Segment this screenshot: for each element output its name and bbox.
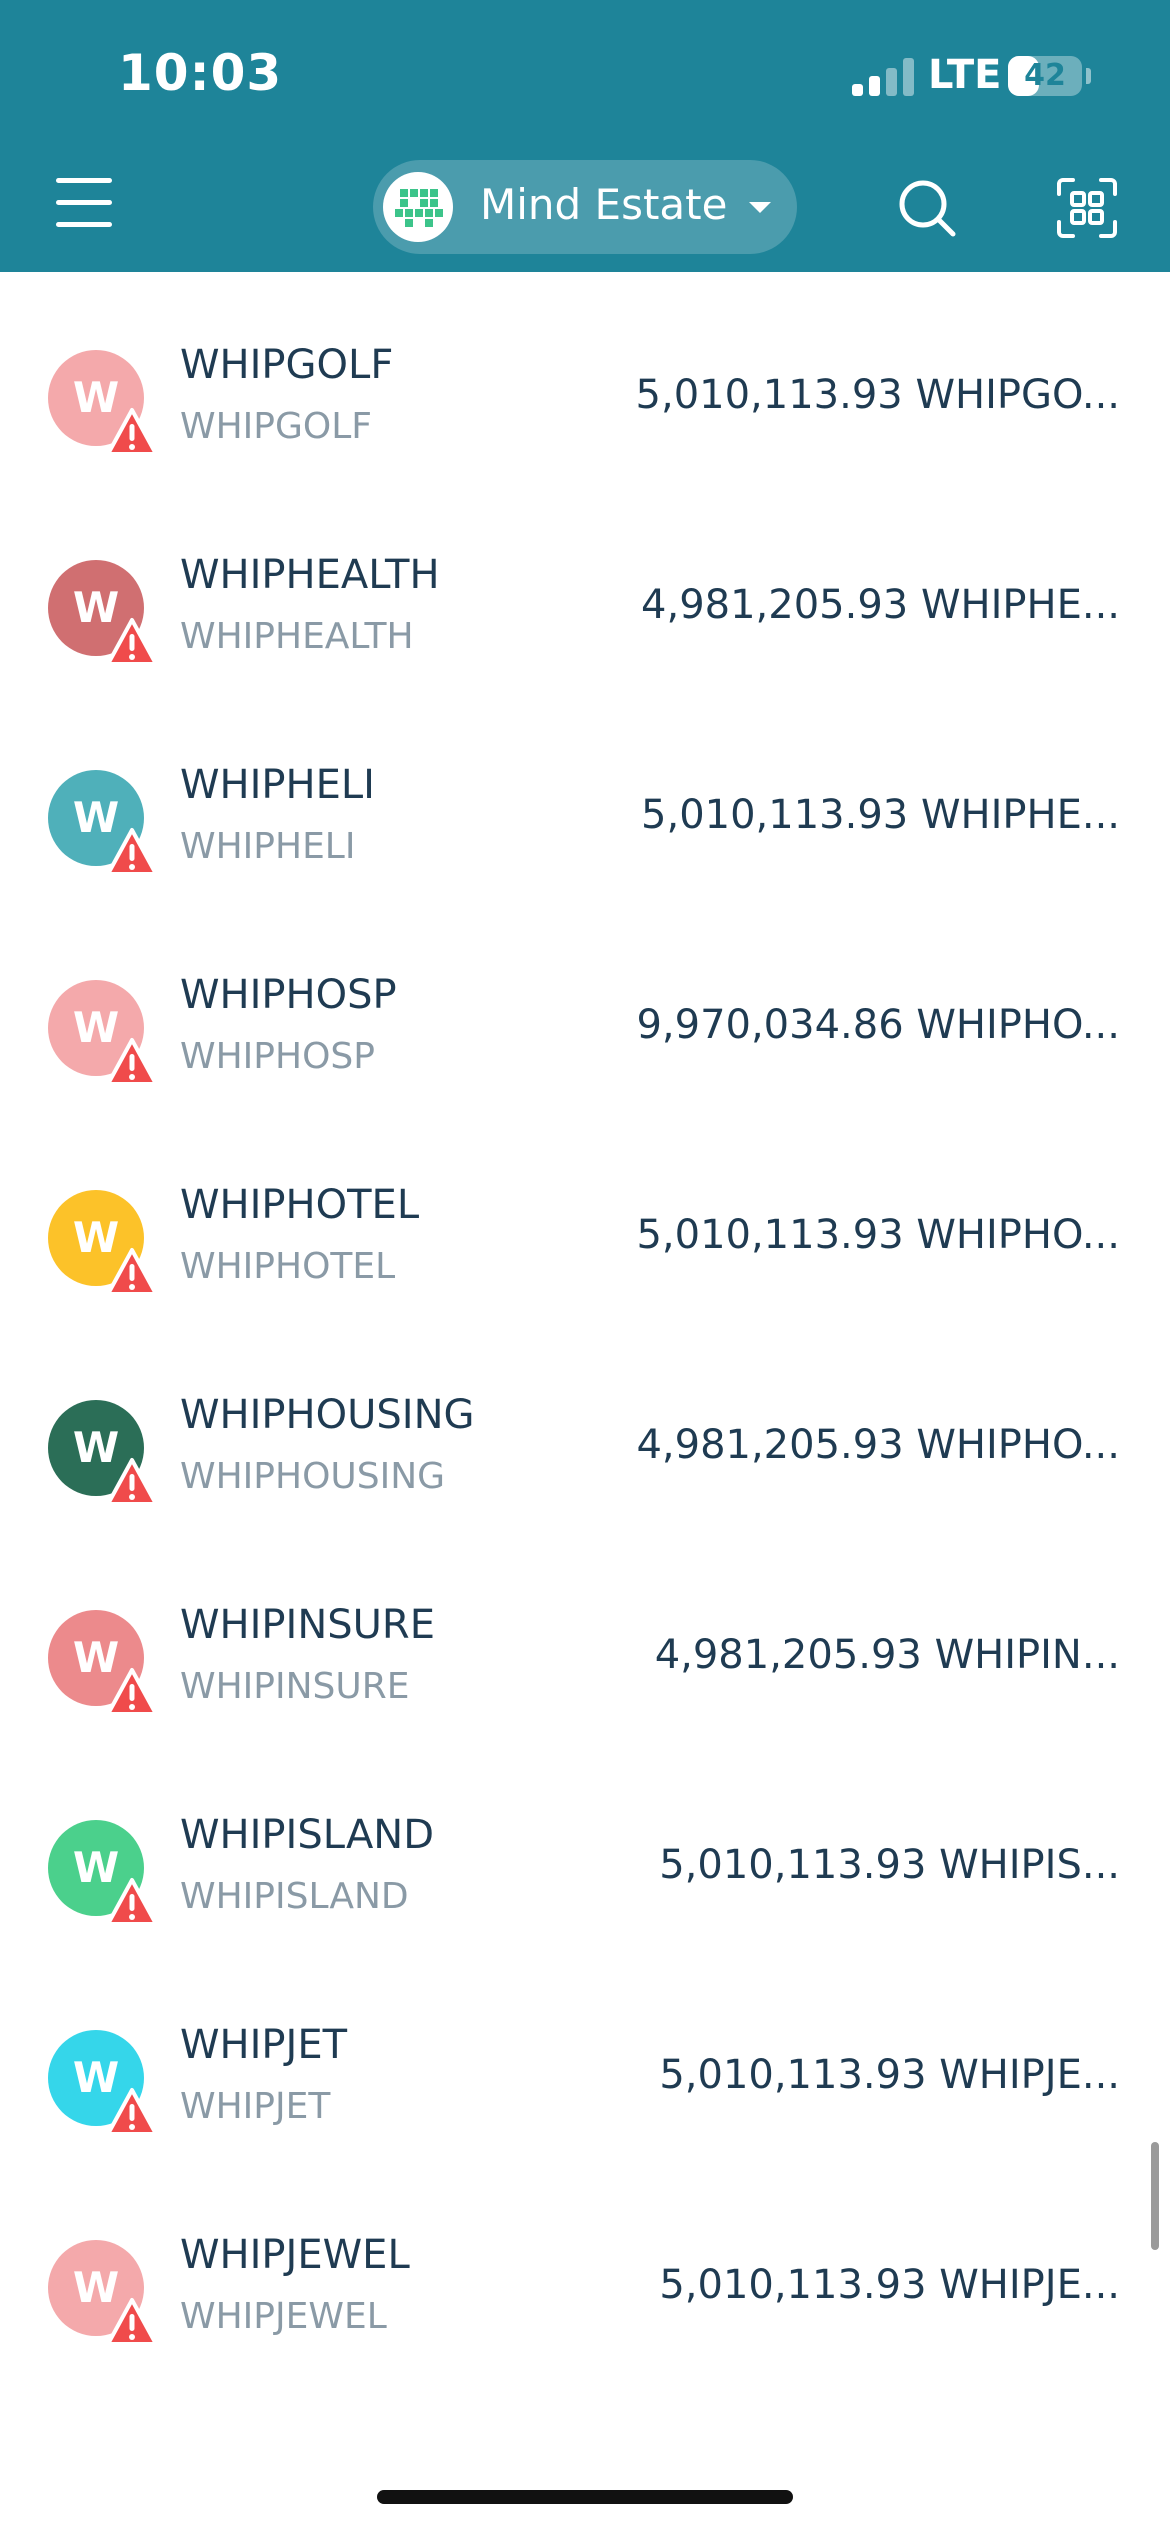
warning-triangle-icon <box>106 618 158 666</box>
asset-balance: 9,970,034.86 WHIPHO... <box>636 1002 1120 1048</box>
asset-balance: 5,010,113.93 WHIPJE... <box>659 2262 1120 2308</box>
qr-scan-icon[interactable] <box>1055 176 1119 240</box>
warning-triangle-icon <box>106 828 158 876</box>
space-name: Mind Estate <box>480 180 728 229</box>
asset-code: WHIPJET <box>180 2086 331 2127</box>
warning-triangle-icon <box>106 1458 158 1506</box>
asset-balance: 4,981,205.93 WHIPHO... <box>636 1422 1120 1468</box>
battery-icon: 42 <box>1008 56 1082 96</box>
asset-row[interactable]: W WHIPHOSP WHIPHOSP 9,970,034.86 WHIPHO... <box>0 902 1170 1112</box>
asset-name: WHIPINSURE <box>180 1602 435 1648</box>
asset-balance: 5,010,113.93 WHIPHO... <box>636 1212 1120 1258</box>
asset-name: WHIPHEALTH <box>180 552 440 598</box>
asset-row[interactable]: W WHIPHOTEL WHIPHOTEL 5,010,113.93 WHIPHO..… <box>0 1112 1170 1322</box>
asset-code: WHIPHOSP <box>180 1036 375 1077</box>
network-type: LTE <box>928 52 1002 98</box>
asset-row[interactable]: W WHIPHOUSING WHIPHOUSING 4,981,205.93 WHIP… <box>0 1322 1170 1532</box>
warning-triangle-icon <box>106 2088 158 2136</box>
asset-name: WHIPHELI <box>180 762 375 808</box>
asset-name: WHIPHOUSING <box>180 1392 475 1438</box>
asset-code: WHIPHEALTH <box>180 616 414 657</box>
warning-triangle-icon <box>106 1248 158 1296</box>
cellular-signal-icon <box>852 58 914 96</box>
asset-row[interactable]: W WHIPJET WHIPJET 5,010,113.93 WHIPJE... <box>0 1952 1170 2162</box>
asset-name: WHIPHOTEL <box>180 1182 420 1228</box>
battery-percent: 42 <box>1024 58 1066 93</box>
scrollbar[interactable] <box>1151 2142 1159 2250</box>
warning-triangle-icon <box>106 408 158 456</box>
asset-balance: 4,981,205.93 WHIPHE... <box>641 582 1120 628</box>
asset-code: WHIPHOUSING <box>180 1456 446 1497</box>
asset-code: WHIPJEWEL <box>180 2296 387 2337</box>
search-icon[interactable] <box>895 176 959 240</box>
asset-row[interactable]: W WHIPINSURE WHIPINSURE 4,981,205.93 WHIPIN… <box>0 1532 1170 1742</box>
asset-code: WHIPINSURE <box>180 1666 410 1707</box>
asset-name: WHIPGOLF <box>180 342 394 388</box>
asset-name: WHIPISLAND <box>180 1812 435 1858</box>
home-indicator[interactable] <box>377 2490 793 2504</box>
asset-row[interactable]: W WHIPJEWEL WHIPJEWEL 5,010,113.93 WHIPJE..… <box>0 2162 1170 2372</box>
battery-cap <box>1086 68 1091 84</box>
asset-name: WHIPJEWEL <box>180 2232 410 2278</box>
asset-balance: 4,981,205.93 WHIPIN... <box>654 1632 1120 1678</box>
asset-balance: 5,010,113.93 WHIPGO... <box>635 372 1120 418</box>
space-switcher[interactable]: Mind Estate <box>373 160 797 254</box>
hamburger-menu-icon[interactable] <box>56 178 112 228</box>
asset-row[interactable]: W WHIPGOLF WHIPGOLF 5,010,113.93 WHIPGO... <box>0 272 1170 482</box>
asset-code: WHIPHELI <box>180 826 356 867</box>
chevron-down-icon <box>749 202 771 213</box>
top-bar: 10:03 LTE 42 Mind Estate <box>0 0 1170 272</box>
asset-balance: 5,010,113.93 WHIPJE... <box>659 2052 1120 2098</box>
asset-balance: 5,010,113.93 WHIPHE... <box>641 792 1120 838</box>
asset-balance: 5,010,113.93 WHIPIS... <box>659 1842 1120 1888</box>
asset-row[interactable]: W WHIPHELI WHIPHELI 5,010,113.93 WHIPHE... <box>0 692 1170 902</box>
asset-name: WHIPJET <box>180 2022 348 2068</box>
asset-code: WHIPISLAND <box>180 1876 409 1917</box>
warning-triangle-icon <box>106 1038 158 1086</box>
warning-triangle-icon <box>106 1878 158 1926</box>
status-time: 10:03 <box>118 44 283 102</box>
asset-code: WHIPGOLF <box>180 406 372 447</box>
asset-row[interactable]: W WHIPHEALTH WHIPHEALTH 4,981,205.93 WHIPHE… <box>0 482 1170 692</box>
asset-row[interactable]: W WHIPISLAND WHIPISLAND 5,010,113.93 WHIPIS… <box>0 1742 1170 1952</box>
asset-code: WHIPHOTEL <box>180 1246 396 1287</box>
warning-triangle-icon <box>106 1668 158 1716</box>
pixel-avatar-icon <box>383 172 453 242</box>
warning-triangle-icon <box>106 2298 158 2346</box>
asset-name: WHIPHOSP <box>180 972 397 1018</box>
